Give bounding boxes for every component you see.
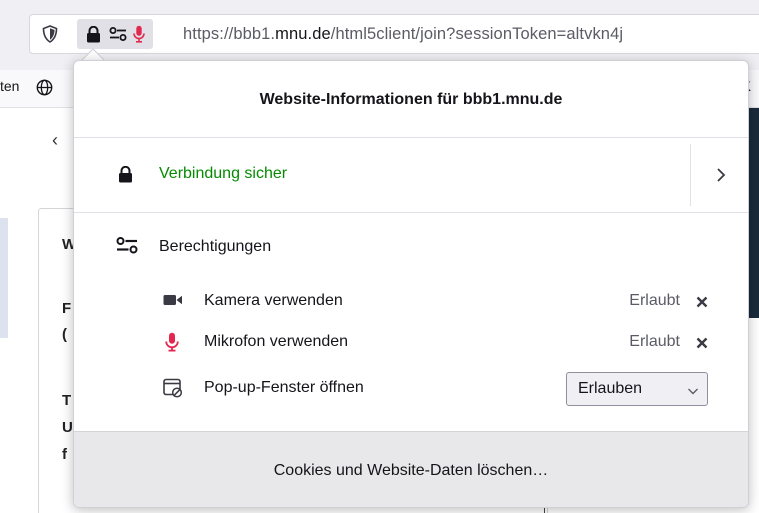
chevron-down-icon [687, 383, 699, 401]
popup-permission-select[interactable]: Erlauben [566, 372, 708, 406]
remove-permission-close-icon[interactable] [691, 291, 713, 313]
panel-title: Website-Informationen für bbb1.mnu.de [259, 91, 563, 108]
permission-label: Kamera verwenden [204, 292, 343, 309]
page-text-fragment: F [62, 300, 72, 317]
camera-icon [163, 293, 183, 312]
clear-cookies-button[interactable]: Cookies und Website-Daten löschen… [74, 432, 748, 507]
url-path: /html5client/join?sessionToken=altvkn4j [330, 25, 624, 43]
page-text-fragment: f [62, 446, 67, 463]
tracking-protection-shield-icon[interactable] [33, 15, 67, 53]
remove-permission-close-icon[interactable] [691, 332, 713, 354]
connection-security-row[interactable]: Verbindung sicher [74, 138, 748, 212]
back-chevron-icon[interactable]: ‹ [52, 130, 58, 151]
globe-icon[interactable] [36, 79, 53, 101]
permission-label: Mikrofon verwenden [204, 333, 349, 350]
microphone-icon [130, 19, 148, 49]
page-accent-bar [0, 218, 8, 338]
permission-label: Pop-up-Fenster öffnen [204, 379, 364, 396]
page-text-fragment: U [62, 419, 73, 436]
site-identity-button[interactable] [77, 19, 153, 49]
permissions-heading: Berechtigungen [159, 238, 272, 255]
panel-footer: Cookies und Website-Daten löschen… [74, 431, 748, 507]
bookmark-fragment-left[interactable]: ten [0, 78, 19, 94]
permission-row-microphone: Mikrofon verwenden Erlaubt [74, 326, 748, 360]
url-bar[interactable]: https://bbb1.mnu.de/html5client/join?ses… [29, 14, 759, 54]
connection-status-label: Verbindung sicher [159, 165, 288, 182]
url-host: mnu.de [275, 25, 331, 43]
permissions-icon [116, 237, 138, 259]
permissions-icon [107, 19, 129, 49]
page-text-fragment: ( [62, 326, 67, 343]
select-value: Erlauben [578, 380, 643, 397]
page-text-fragment: T [62, 392, 72, 409]
page-dark-panel [748, 108, 759, 318]
lock-icon [83, 19, 103, 49]
url-text[interactable]: https://bbb1.mnu.de/html5client/join?ses… [183, 15, 623, 53]
url-prefix: https://bbb1. [183, 25, 276, 43]
permission-row-camera: Kamera verwenden Erlaubt [74, 285, 748, 319]
lock-icon [118, 165, 133, 188]
divider [74, 212, 748, 213]
permission-state: Erlaubt [629, 333, 680, 350]
permission-state: Erlaubt [629, 292, 680, 309]
site-information-panel: Website-Informationen für bbb1.mnu.de Ve… [73, 60, 749, 508]
chevron-right-icon[interactable] [691, 138, 748, 212]
microphone-icon [165, 332, 179, 357]
popup-window-icon [163, 378, 183, 403]
